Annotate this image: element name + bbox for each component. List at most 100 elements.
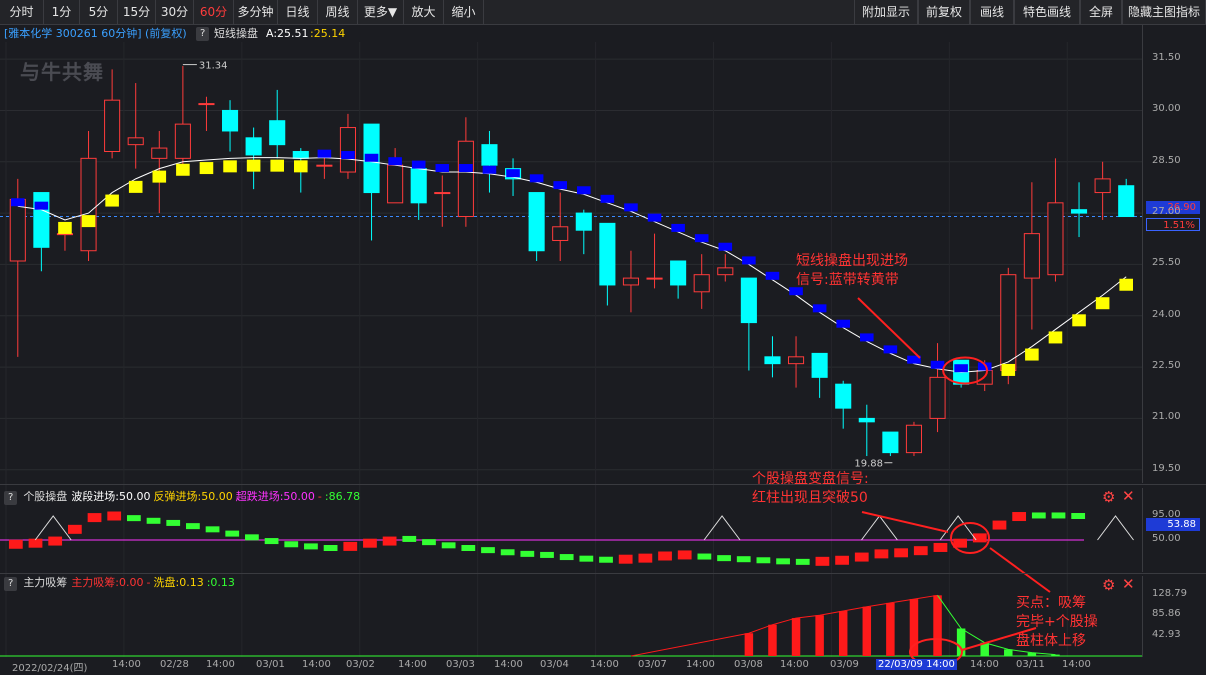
candle-body — [622, 277, 640, 286]
indicator-name: 主力吸筹 — [23, 576, 68, 589]
signal-bar — [776, 558, 790, 565]
x-tick-label: 02/28 — [160, 659, 189, 670]
signal-bar — [264, 538, 279, 545]
band-marker — [128, 180, 143, 193]
y-tick-label: 42.93 — [1152, 628, 1181, 640]
absorb-bar — [933, 595, 942, 656]
signal-bar — [540, 551, 554, 558]
candle-body — [670, 260, 687, 286]
signal-bar — [933, 542, 948, 552]
band-marker — [341, 151, 355, 160]
absorb-bar — [815, 615, 824, 656]
signal-bar — [284, 541, 299, 548]
x-tick-label: 03/07 — [638, 659, 667, 670]
candle-body — [740, 277, 757, 324]
candle-body — [882, 431, 899, 454]
sub2-header: ? 主力吸筹 主力吸筹:0.00- 洗盘:0.13:0.13 — [0, 575, 238, 591]
band-marker — [1095, 297, 1110, 310]
band-marker — [293, 160, 308, 173]
help-icon[interactable]: ? — [4, 577, 18, 591]
signal-bar — [736, 556, 751, 563]
candle-body — [292, 151, 309, 159]
x-tick-label: 03/03 — [446, 659, 475, 670]
triangle-marker — [1097, 515, 1134, 541]
candle-body — [198, 103, 215, 106]
x-tick-label: 03/04 — [540, 659, 569, 670]
band-marker — [364, 153, 379, 162]
ma-line — [17, 157, 1127, 373]
band-marker — [270, 159, 285, 172]
band-marker — [81, 215, 96, 228]
candle-body — [151, 147, 168, 159]
signal-bar — [913, 546, 928, 556]
annotation-arrow — [989, 547, 1051, 593]
signal-bar — [225, 530, 240, 537]
candle-body — [764, 356, 781, 365]
signal-bar — [8, 539, 23, 549]
annotation-line: 红柱出现且突破50 — [752, 490, 868, 506]
candle-body — [387, 164, 404, 204]
x-tick-label: 14:00 — [206, 659, 235, 670]
annotation-entry-signal: 短线操盘出现进场 信号:蓝带转黄带 — [796, 252, 908, 290]
y-tick-label: 30.00 — [1152, 103, 1181, 115]
band-marker — [105, 194, 119, 207]
absorb-bar — [791, 618, 801, 656]
indicator-value: :0.13 — [206, 576, 235, 589]
candle-body — [457, 140, 474, 218]
signal-bar — [677, 550, 692, 560]
signal-bar — [304, 543, 318, 550]
triangle-marker — [939, 515, 977, 541]
close-icon[interactable]: ✕ — [1122, 575, 1135, 593]
time-axis: 2022/02/24(四) 14:00 02/28 14:00 03/01 14:00 03… — [0, 657, 1142, 675]
band-marker — [859, 333, 874, 342]
annotation-line: 盘柱体上移 — [1016, 633, 1086, 649]
signal-bar — [854, 552, 869, 562]
x-tick-label: 14:00 — [302, 659, 331, 670]
y-tick-label: 95.00 — [1152, 509, 1181, 520]
indicator-value: 洗盘:0.13 — [153, 576, 204, 589]
annotation-line: 个股操盘变盘信号: — [752, 471, 869, 487]
candle-body — [221, 109, 239, 132]
band-marker — [435, 164, 450, 173]
help-icon[interactable]: ? — [4, 491, 18, 505]
candle-body — [693, 274, 710, 293]
gear-icon[interactable]: ⚙ — [1102, 576, 1115, 594]
band-marker — [1119, 278, 1134, 291]
signal-bar — [382, 536, 397, 546]
annotation-turn-signal: 个股操盘变盘信号: 红柱出现且突破50 — [752, 470, 869, 508]
signal-bar — [107, 511, 122, 521]
triangle-marker — [703, 515, 741, 541]
band-marker — [694, 234, 709, 243]
y-tick-label: 27.00 — [1152, 206, 1181, 218]
absorb-bar — [768, 624, 777, 656]
candle-body — [174, 123, 191, 159]
x-tick-label: 22/03/09 14:00 — [876, 659, 957, 670]
candle-body — [80, 157, 97, 252]
band-marker — [742, 256, 756, 265]
y-tick-label: 31.50 — [1152, 52, 1181, 64]
annotation-line: 完毕+个股操 — [1016, 614, 1098, 630]
absorb-bar — [886, 602, 895, 656]
candle-body — [575, 212, 592, 231]
indicator-value: 波段进场:50.00 — [71, 490, 151, 503]
candle-body — [599, 222, 616, 286]
x-tick-label: 14:00 — [970, 659, 999, 670]
candle-body — [269, 120, 286, 146]
signal-bar — [205, 526, 220, 533]
signal-bar — [461, 545, 476, 551]
band-marker — [34, 201, 49, 210]
signal-bar — [1051, 512, 1066, 519]
band-marker — [1025, 348, 1039, 361]
band-marker — [647, 213, 662, 222]
band-marker — [765, 271, 780, 280]
candle-body — [245, 137, 262, 156]
gear-icon[interactable]: ⚙ — [1102, 488, 1115, 506]
candle-body — [929, 376, 946, 419]
close-icon[interactable]: ✕ — [1122, 487, 1135, 505]
band-marker — [529, 174, 544, 183]
band-marker — [152, 170, 167, 183]
band-marker — [10, 198, 25, 207]
signal-bar — [323, 545, 338, 551]
high-label: 31.34 — [199, 61, 228, 72]
candle-body — [858, 417, 875, 423]
